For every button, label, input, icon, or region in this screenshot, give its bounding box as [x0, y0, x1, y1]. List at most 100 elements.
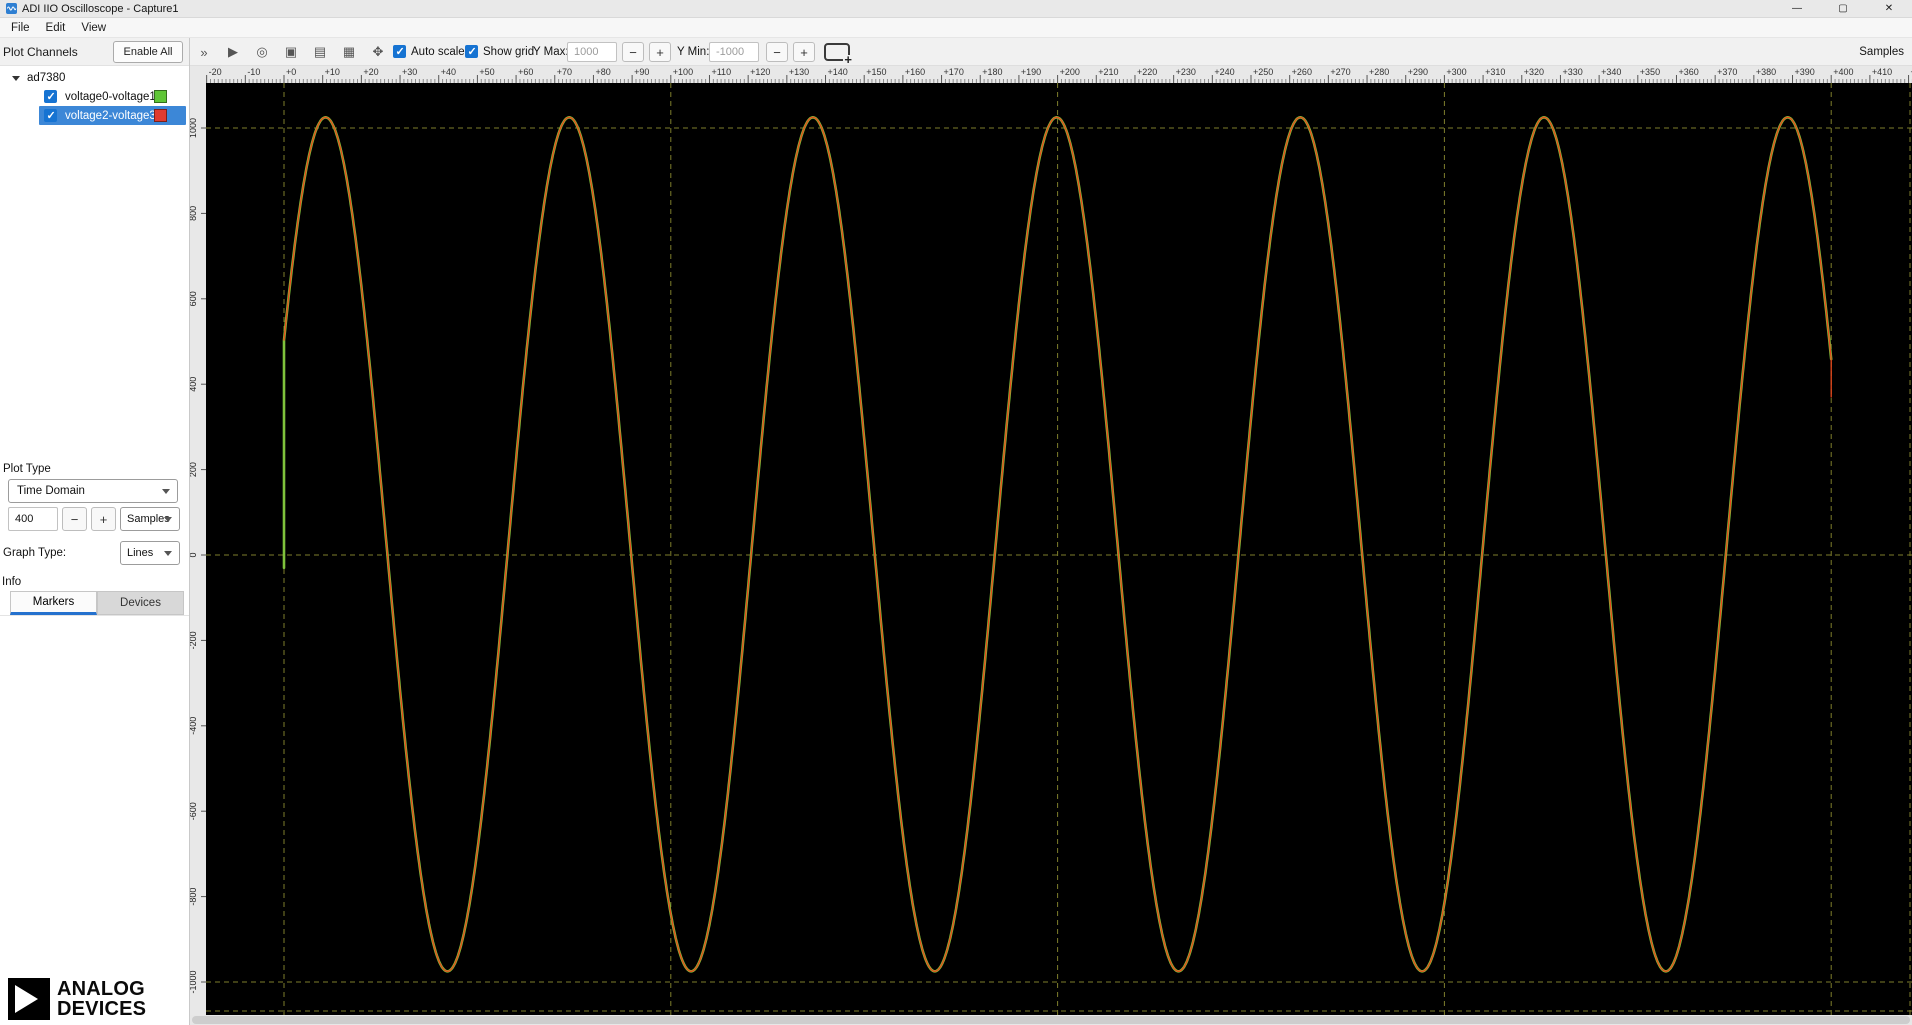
x-tick-label: +90 [634, 67, 649, 77]
x-tick-label: +100 [673, 67, 693, 77]
x-tick-label: +40 [441, 67, 456, 77]
x-tick-label: +380 [1756, 67, 1776, 77]
y-max-input[interactable]: 1000 [567, 42, 617, 62]
y-max-increment-button[interactable]: + [649, 42, 671, 62]
channel-row[interactable]: voltage2-voltage3 [0, 106, 189, 125]
toolbar: »▶◎▣▤▦✥ Auto scale Show grid Y Max: 1000… [190, 38, 1912, 66]
x-tick-label: +200 [1060, 67, 1080, 77]
x-tick-label: +320 [1524, 67, 1544, 77]
show-grid-checkbox[interactable] [465, 45, 478, 58]
x-tick-label: +210 [1098, 67, 1118, 77]
x-tick-label: +410 [1872, 67, 1892, 77]
sample-count-input[interactable]: 400 [8, 507, 58, 531]
grid-view-icon[interactable]: ▤ [308, 41, 332, 63]
table-view-icon[interactable]: ▦ [337, 41, 361, 63]
x-tick-label: +260 [1292, 67, 1312, 77]
menu-item-view[interactable]: View [73, 18, 114, 37]
x-tick-label: +400 [1833, 67, 1853, 77]
x-tick-label: +250 [1253, 67, 1273, 77]
channel-row[interactable]: voltage0-voltage1 [0, 87, 189, 106]
graph-type-label: Graph Type: [3, 547, 67, 559]
sample-count-decrement-button[interactable]: − [62, 507, 87, 531]
x-tick-label: +10 [325, 67, 340, 77]
x-tick-label: +230 [1176, 67, 1196, 77]
plot-canvas[interactable] [206, 83, 1912, 1015]
toolbar-icons: » ▶ ◎ ▣ ▤ ▦ ✥ [192, 41, 390, 63]
channel-checkbox[interactable] [44, 90, 57, 103]
x-axis-unit-label: Samples [1859, 46, 1904, 58]
plus-badge-icon: + [843, 52, 853, 67]
enable-all-button[interactable]: Enable All [113, 41, 183, 63]
channel-label: voltage2-voltage3 [65, 109, 156, 122]
adi-logo-icon [8, 978, 50, 1020]
plot-channels-header: Plot Channels Enable All [0, 38, 189, 66]
menu-bar: File Edit View [0, 18, 1912, 38]
menu-item-edit[interactable]: Edit [38, 18, 74, 37]
x-tick-label: +330 [1562, 67, 1582, 77]
graph-type-value: Lines [127, 547, 154, 559]
x-tick-label: +170 [944, 67, 964, 77]
channel-color-swatch[interactable] [154, 109, 167, 122]
y-tick-label: 200 [190, 462, 198, 477]
scrollbar-thumb[interactable] [192, 1016, 1910, 1024]
y-tick-label: -400 [190, 717, 198, 735]
plot-canvas-row: 1000 800 600 400 200 0 -200 -400 -600 -800 -1000 [190, 83, 1912, 1015]
horizontal-scrollbar[interactable] [190, 1015, 1912, 1025]
snapshot-icon[interactable]: ▣ [279, 41, 303, 63]
graph-type-dropdown[interactable]: Lines [120, 541, 180, 565]
y-max-decrement-button[interactable]: − [622, 42, 644, 62]
x-tick-label: +140 [828, 67, 848, 77]
sample-unit-dropdown[interactable]: Samples [120, 507, 180, 531]
x-tick-label: +70 [557, 67, 572, 77]
x-tick-label: -10 [247, 67, 260, 77]
sidebar: Plot Channels Enable All ad7380 voltage0… [0, 38, 190, 1025]
x-tick-label: +120 [750, 67, 770, 77]
device-row[interactable]: ad7380 [0, 69, 189, 87]
sample-count-increment-button[interactable]: + [91, 507, 116, 531]
x-tick-label: +20 [363, 67, 378, 77]
channel-color-swatch[interactable] [154, 90, 167, 103]
channel-checkbox[interactable] [44, 109, 57, 122]
maximize-icon[interactable]: ▢ [1820, 0, 1866, 17]
x-tick-label: +300 [1446, 67, 1466, 77]
x-tick-label: +180 [982, 67, 1002, 77]
tab-devices[interactable]: Devices [97, 591, 184, 615]
x-tick-label: +350 [1640, 67, 1660, 77]
x-tick-label: +60 [518, 67, 533, 77]
x-tick-label: +190 [1021, 67, 1041, 77]
close-icon[interactable]: ✕ [1866, 0, 1912, 17]
expander-icon[interactable] [12, 75, 20, 81]
sample-unit-value: Samples [127, 513, 170, 525]
menu-item-file[interactable]: File [3, 18, 38, 37]
record-icon[interactable]: ◎ [250, 41, 274, 63]
adi-logo-line1: ANALOG [57, 978, 145, 1000]
tab-markers[interactable]: Markers [10, 591, 97, 615]
plot-type-value: Time Domain [17, 485, 85, 497]
y-min-input[interactable]: -1000 [709, 42, 759, 62]
y-min-decrement-button[interactable]: − [766, 42, 788, 62]
y-min-increment-button[interactable]: + [793, 42, 815, 62]
y-tick-label: -1000 [190, 970, 198, 993]
pan-icon[interactable]: ✥ [366, 41, 390, 63]
minimize-icon[interactable]: — [1774, 0, 1820, 17]
x-tick-label: +30 [402, 67, 417, 77]
x-tick-label: +220 [1137, 67, 1157, 77]
y-max-label: Y Max: [533, 46, 569, 58]
adi-logo-text: ANALOG DEVICES [57, 979, 146, 1019]
add-plot-icon[interactable]: + [824, 43, 853, 66]
run-icon[interactable]: » [192, 41, 216, 63]
x-tick-label: +0 [286, 67, 296, 77]
auto-scale-checkbox[interactable] [393, 45, 406, 58]
y-tick-label: 800 [190, 206, 198, 221]
x-tick-label: +50 [479, 67, 494, 77]
plot-type-dropdown[interactable]: Time Domain [8, 479, 178, 503]
analog-devices-logo: ANALOG DEVICES [8, 978, 146, 1020]
y-tick-label: 1000 [190, 118, 198, 138]
markers-panel [0, 615, 189, 963]
channel-label: voltage0-voltage1 [65, 90, 156, 103]
play-icon[interactable]: ▶ [221, 41, 245, 63]
x-tick-label: +310 [1485, 67, 1505, 77]
x-tick-label: +80 [595, 67, 610, 77]
x-tick-label: +280 [1369, 67, 1389, 77]
auto-scale-label: Auto scale [411, 46, 465, 58]
